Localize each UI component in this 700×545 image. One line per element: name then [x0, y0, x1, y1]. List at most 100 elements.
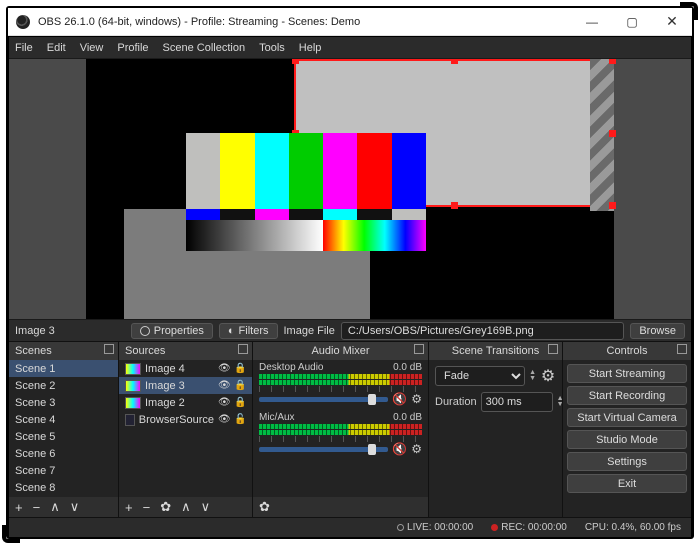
visibility-icon[interactable]: 👁	[218, 363, 230, 374]
remove-source-button[interactable]: −	[143, 500, 151, 515]
rec-dot-icon	[491, 524, 498, 531]
exit-button[interactable]: Exit	[567, 474, 687, 493]
duration-label: Duration	[435, 396, 477, 408]
slider-knob[interactable]	[368, 394, 376, 405]
transitions-header[interactable]: Scene Transitions	[429, 342, 562, 360]
preview-area[interactable]	[9, 59, 691, 319]
scene-item[interactable]: Scene 6	[9, 445, 118, 462]
channel-settings-button[interactable]: ⚙	[411, 442, 422, 456]
button-label: Exit	[618, 478, 636, 490]
docks: Scenes Scene 1 Scene 2 Scene 3 Scene 4 S…	[9, 341, 691, 517]
resize-handle[interactable]	[292, 59, 299, 64]
source-item[interactable]: Image 3 👁 🔒	[119, 377, 252, 394]
image-file-path-input[interactable]	[341, 322, 624, 340]
source-name: Image 2	[145, 397, 214, 409]
controls-header[interactable]: Controls	[563, 342, 691, 360]
scene-item[interactable]: Scene 1	[9, 360, 118, 377]
transitions-title: Scene Transitions	[452, 345, 539, 357]
visibility-icon[interactable]: 👁	[218, 380, 230, 391]
source-item[interactable]: Image 2 👁 🔒	[119, 394, 252, 411]
mute-button[interactable]: 🔇	[392, 442, 407, 456]
source-item[interactable]: BrowserSource👁🔓	[119, 411, 252, 428]
properties-button[interactable]: Properties	[131, 323, 213, 339]
preview-canvas[interactable]	[86, 59, 614, 319]
menu-view[interactable]: View	[80, 42, 104, 54]
app-window: OBS 26.1.0 (64-bit, windows) - Profile: …	[6, 6, 694, 539]
source-down-button[interactable]: ∨	[201, 499, 211, 515]
popout-icon[interactable]	[238, 344, 248, 354]
browse-button[interactable]: Browse	[630, 323, 685, 339]
transition-select[interactable]: Fade	[435, 366, 525, 386]
duration-spin[interactable]: ▲▼	[557, 396, 562, 408]
unlock-icon[interactable]: 🔓	[234, 414, 246, 425]
resize-handle[interactable]	[609, 202, 616, 209]
source-image4[interactable]	[186, 133, 426, 251]
volume-slider[interactable]	[259, 397, 388, 402]
transition-spin[interactable]: ▲▼	[529, 370, 536, 382]
scene-item[interactable]: Scene 4	[9, 411, 118, 428]
popout-icon[interactable]	[548, 344, 558, 354]
resize-handle[interactable]	[451, 202, 458, 209]
live-text: LIVE: 00:00:00	[407, 522, 473, 533]
duration-input[interactable]	[481, 392, 553, 412]
resize-handle[interactable]	[609, 59, 616, 64]
maximize-button[interactable]: ▢	[612, 8, 652, 36]
scene-item[interactable]: Scene 2	[9, 377, 118, 394]
menu-edit[interactable]: Edit	[47, 42, 66, 54]
start-virtual-camera-button[interactable]: Start Virtual Camera	[567, 408, 687, 427]
resize-handle[interactable]	[609, 130, 616, 137]
lock-icon[interactable]: 🔒	[234, 380, 246, 391]
source-name: Image 4	[145, 363, 214, 375]
scene-item[interactable]: Scene 7	[9, 462, 118, 479]
scenes-header[interactable]: Scenes	[9, 342, 118, 360]
lock-icon[interactable]: 🔒	[234, 397, 246, 408]
frame-corner	[680, 2, 698, 20]
slider-knob[interactable]	[368, 444, 376, 455]
menu-scene-collection[interactable]: Scene Collection	[163, 42, 246, 54]
source-thumb-icon	[125, 397, 141, 409]
studio-mode-button[interactable]: Studio Mode	[567, 430, 687, 449]
mute-button[interactable]: 🔇	[392, 392, 407, 406]
scene-label: Scene 7	[15, 465, 55, 477]
menu-help[interactable]: Help	[299, 42, 322, 54]
image-file-label: Image File	[284, 325, 335, 337]
source-up-button[interactable]: ∧	[181, 499, 191, 515]
mixer-header[interactable]: Audio Mixer	[253, 342, 428, 360]
add-source-button[interactable]: +	[125, 500, 133, 515]
menu-tools[interactable]: Tools	[259, 42, 285, 54]
mixer-settings-button[interactable]: ✿	[259, 499, 270, 515]
menu-profile[interactable]: Profile	[117, 42, 148, 54]
resize-handle[interactable]	[451, 59, 458, 64]
scene-item[interactable]: Scene 5	[9, 428, 118, 445]
controls-body: Start Streaming Start Recording Start Vi…	[563, 360, 691, 517]
volume-slider[interactable]	[259, 447, 388, 452]
visibility-icon[interactable]: 👁	[218, 414, 230, 425]
channel-settings-button[interactable]: ⚙	[411, 392, 422, 406]
sources-header[interactable]: Sources	[119, 342, 252, 360]
lock-icon[interactable]: 🔒	[234, 363, 246, 374]
add-scene-button[interactable]: +	[15, 500, 23, 515]
remove-scene-button[interactable]: −	[33, 500, 41, 515]
mixer-footer: ✿	[253, 497, 428, 517]
menu-file[interactable]: File	[15, 42, 33, 54]
filters-button[interactable]: ◐Filters	[219, 323, 278, 339]
window-title: OBS 26.1.0 (64-bit, windows) - Profile: …	[38, 16, 572, 28]
scene-down-button[interactable]: ∨	[70, 499, 80, 515]
start-recording-button[interactable]: Start Recording	[567, 386, 687, 405]
transition-settings-button[interactable]: ⚙	[540, 366, 556, 386]
scene-item[interactable]: Scene 3	[9, 394, 118, 411]
mixer-title: Audio Mixer	[311, 345, 369, 357]
source-item[interactable]: Image 4 👁 🔒	[119, 360, 252, 377]
minimize-button[interactable]: —	[572, 8, 612, 36]
source-properties-button[interactable]: ✿	[160, 499, 171, 515]
source-name: Image 3	[145, 380, 214, 392]
start-streaming-button[interactable]: Start Streaming	[567, 364, 687, 383]
scene-up-button[interactable]: ∧	[50, 499, 60, 515]
settings-button[interactable]: Settings	[567, 452, 687, 471]
popout-icon[interactable]	[414, 344, 424, 354]
filters-icon: ◐	[228, 325, 235, 337]
popout-icon[interactable]	[677, 344, 687, 354]
visibility-icon[interactable]: 👁	[218, 397, 230, 408]
scene-item[interactable]: Scene 8	[9, 479, 118, 496]
popout-icon[interactable]	[104, 344, 114, 354]
